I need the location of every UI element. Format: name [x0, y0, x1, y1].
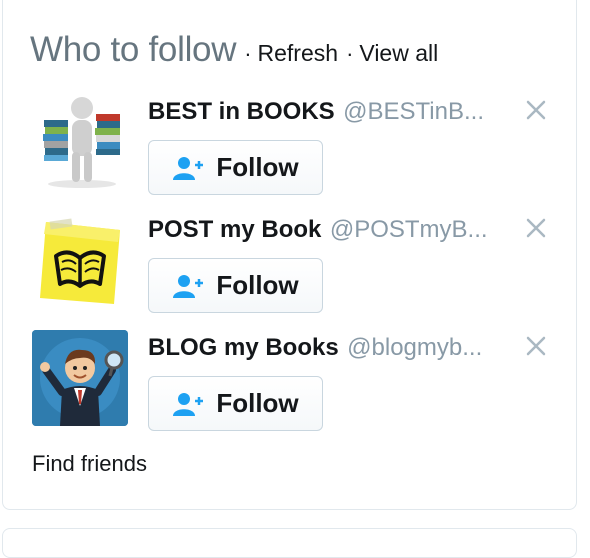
close-icon [526, 218, 546, 238]
avatar[interactable] [32, 212, 128, 308]
follow-label: Follow [216, 270, 299, 300]
avatar[interactable] [32, 94, 128, 190]
follow-label: Follow [216, 388, 299, 418]
follow-label: Follow [216, 152, 299, 182]
add-user-icon [173, 156, 204, 180]
follow-button[interactable]: Follow [148, 258, 323, 313]
refresh-link[interactable]: Refresh [258, 40, 339, 67]
account-name[interactable]: BLOG my Books [148, 334, 339, 361]
find-friends-link[interactable]: Find friends [32, 451, 147, 477]
account-handle[interactable]: @POSTmyB... [330, 216, 488, 243]
account-handle[interactable]: @BESTinB... [343, 98, 484, 125]
suggestion-item: POST my Book @POSTmyB... Follow [32, 212, 552, 322]
separator: · [244, 41, 252, 66]
add-user-icon [173, 274, 204, 298]
avatar[interactable] [32, 330, 128, 426]
widget-title: Who to follow [30, 30, 237, 69]
open-book-sticky-note-icon [40, 218, 124, 304]
suggestion-item: BLOG my Books @blogmyb... Follow [32, 330, 552, 440]
widget-header: Who to follow · Refresh · View all [30, 30, 438, 70]
account-name[interactable]: POST my Book [148, 216, 321, 243]
close-icon [526, 336, 546, 356]
suggestion-item: BEST in BOOKS @BESTinB... Follow [32, 94, 552, 204]
name-line: BEST in BOOKS @BESTinB... [148, 98, 508, 126]
view-all-link[interactable]: View all [359, 40, 438, 67]
close-icon [526, 100, 546, 120]
follow-button[interactable]: Follow [148, 140, 323, 195]
name-line: BLOG my Books @blogmyb... [148, 334, 508, 362]
account-name[interactable]: BEST in BOOKS [148, 98, 335, 125]
dismiss-button[interactable] [522, 214, 550, 242]
next-card [2, 528, 577, 558]
person-holding-books-icon [43, 97, 120, 188]
businessman-magnifier-icon [32, 330, 128, 426]
separator: · [346, 41, 354, 66]
dismiss-button[interactable] [522, 96, 550, 124]
add-user-icon [173, 392, 204, 416]
follow-button[interactable]: Follow [148, 376, 323, 431]
account-handle[interactable]: @blogmyb... [347, 334, 482, 361]
name-line: POST my Book @POSTmyB... [148, 216, 508, 244]
dismiss-button[interactable] [522, 332, 550, 360]
